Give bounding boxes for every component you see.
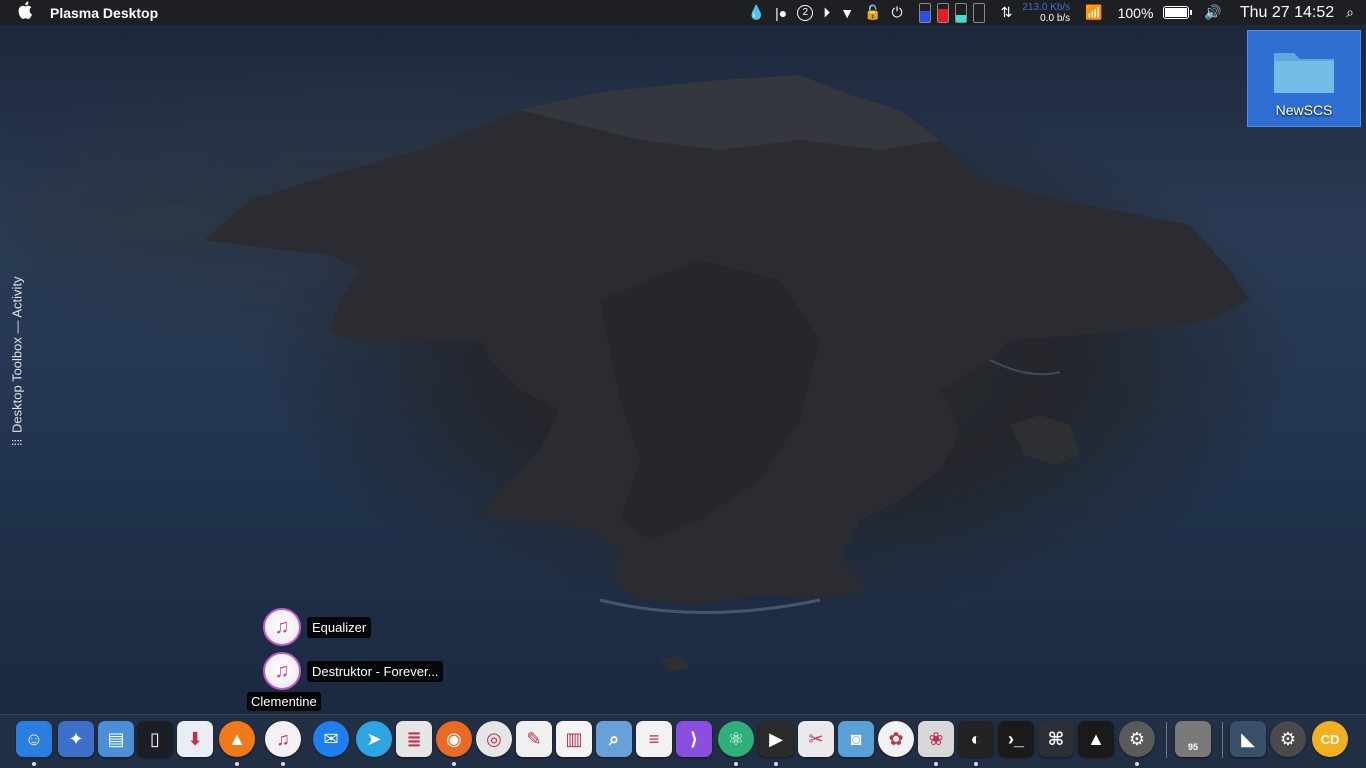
dock-separator bbox=[1222, 722, 1223, 758]
night-mode-icon[interactable]: |● bbox=[770, 0, 792, 25]
files-icon[interactable]: ▤ bbox=[98, 721, 134, 757]
text-editor-icon[interactable]: ✎ bbox=[516, 721, 552, 757]
network-speed[interactable]: 213.0 Kb/s 0.0 b/s bbox=[1017, 0, 1075, 25]
dropdown-arrow-icon[interactable]: ▼ bbox=[835, 0, 859, 25]
music-note-icon: ♫ bbox=[263, 652, 301, 690]
charts-icon[interactable]: ▥ bbox=[556, 721, 592, 757]
popup-label: Equalizer bbox=[307, 616, 372, 638]
photos-icon[interactable]: ❀ bbox=[918, 721, 954, 757]
search-icon[interactable]: ⌕ bbox=[1342, 0, 1366, 25]
music-note-icon: ♫ bbox=[263, 608, 301, 646]
clock[interactable]: Thu 27 14:52 bbox=[1232, 4, 1342, 22]
media-play-icon[interactable]: ⏵ bbox=[818, 0, 835, 25]
desktop-toolbox[interactable]: ⁞⁞ Desktop Toolbox — Activity bbox=[6, 246, 28, 446]
clementine-icon[interactable]: ♫ bbox=[265, 721, 301, 757]
battery-percent[interactable]: 100% bbox=[1113, 0, 1159, 25]
chrome-icon[interactable]: ◎ bbox=[476, 721, 512, 757]
running-indicator bbox=[281, 762, 285, 766]
dock-separator bbox=[1166, 722, 1167, 758]
running-indicator bbox=[974, 762, 978, 766]
vlc-icon[interactable]: ▲ bbox=[219, 721, 255, 757]
network-speed-arrows-icon: ⇅ bbox=[1000, 4, 1013, 20]
qbittorrent-icon[interactable]: ⬇ bbox=[177, 721, 213, 757]
power-icon[interactable]: ⏻ bbox=[887, 0, 908, 25]
news-icon[interactable]: ≣ bbox=[396, 721, 432, 757]
running-indicator bbox=[452, 762, 456, 766]
desktop-wallpaper bbox=[100, 75, 1250, 672]
color-picker-icon[interactable]: 💧 bbox=[743, 0, 770, 25]
finder-icon[interactable]: ☺ bbox=[16, 721, 52, 757]
memory-meter bbox=[936, 2, 949, 23]
running-indicator bbox=[235, 762, 239, 766]
running-indicator bbox=[934, 762, 938, 766]
toolbox-label: Desktop Toolbox — Activity bbox=[9, 276, 25, 433]
trash-count: 95 bbox=[1187, 742, 1198, 752]
popup-label: Destruktor - Forever... bbox=[307, 660, 444, 682]
photos-app-icon[interactable]: ✿ bbox=[878, 721, 914, 757]
resource-monitor[interactable] bbox=[908, 0, 996, 25]
screenshot-icon[interactable]: ◙ bbox=[838, 721, 874, 757]
battery-icon[interactable] bbox=[1158, 0, 1194, 25]
atom-icon[interactable]: ⚛ bbox=[718, 721, 754, 757]
net-up-speed: 213.0 Kb/s bbox=[1022, 1, 1071, 13]
system-monitor-icon[interactable]: ▲ bbox=[1078, 721, 1114, 757]
active-app-title[interactable]: Plasma Desktop bbox=[50, 5, 158, 21]
system-settings-icon[interactable]: ⚙ bbox=[1119, 721, 1155, 757]
folder-icon bbox=[1272, 47, 1336, 95]
cd-icon[interactable]: CD bbox=[1312, 721, 1348, 757]
running-indicator bbox=[32, 762, 36, 766]
telegram-icon[interactable]: ➤ bbox=[356, 721, 392, 757]
volume-icon[interactable]: 🔊 bbox=[1194, 0, 1231, 25]
lock-icon[interactable]: 🔓 bbox=[859, 0, 886, 25]
plasma-icon[interactable]: ◣ bbox=[1230, 721, 1266, 757]
running-indicator bbox=[734, 762, 738, 766]
top-menubar: Plasma Desktop 💧 |● 2 ⏵ ▼ 🔓 ⏻ ⇅ 213.0 Kb… bbox=[0, 0, 1366, 25]
kdeconnect-icon[interactable]: ▯ bbox=[137, 721, 173, 757]
disk-meter bbox=[972, 2, 985, 23]
network-icon[interactable]: ⌘ bbox=[1038, 721, 1074, 757]
popup-entry-track[interactable]: ♫ Destruktor - Forever... bbox=[263, 652, 444, 690]
cpu-meter bbox=[918, 2, 931, 23]
image-viewer-icon[interactable]: ⌕ bbox=[596, 721, 632, 757]
paint-icon[interactable]: ✂ bbox=[798, 721, 834, 757]
folder-label: NewSCS bbox=[1275, 102, 1333, 118]
notifications-badge[interactable]: 2 bbox=[792, 0, 818, 25]
video-editor-icon[interactable]: ▶ bbox=[758, 721, 794, 757]
apple-menu-icon[interactable] bbox=[0, 1, 50, 24]
desktop-folder[interactable]: NewSCS bbox=[1247, 30, 1361, 127]
swap-meter bbox=[954, 2, 967, 23]
net-down-speed: 0.0 b/s bbox=[1040, 12, 1071, 24]
popup-entry-equalizer[interactable]: ♫ Equalizer bbox=[263, 608, 372, 646]
messenger-icon[interactable]: ✉ bbox=[313, 721, 349, 757]
vscode-icon[interactable]: ⟩ bbox=[676, 721, 712, 757]
wifi-icon[interactable]: 📶 bbox=[1075, 0, 1112, 25]
dock-tooltip: Clementine bbox=[247, 692, 321, 711]
toolbox-handle-icon: ⁞⁞ bbox=[9, 438, 25, 446]
trash-icon[interactable]: 95 bbox=[1175, 721, 1211, 757]
firefox-icon[interactable]: ◉ bbox=[436, 721, 472, 757]
settings-icon[interactable]: ⚙ bbox=[1270, 721, 1306, 757]
document-icon[interactable]: ≡ bbox=[636, 721, 672, 757]
photoscape-icon[interactable]: ◐ bbox=[958, 721, 994, 757]
running-indicator bbox=[1135, 762, 1139, 766]
system-tray: 💧 |● 2 ⏵ ▼ 🔓 ⏻ ⇅ 213.0 Kb/s 0.0 b/s 📶 10… bbox=[743, 0, 1366, 25]
kde-icon[interactable]: ✦ bbox=[58, 721, 94, 757]
running-indicator bbox=[774, 762, 778, 766]
notification-count: 2 bbox=[797, 4, 814, 21]
terminal-icon[interactable]: ›_ bbox=[998, 721, 1034, 757]
